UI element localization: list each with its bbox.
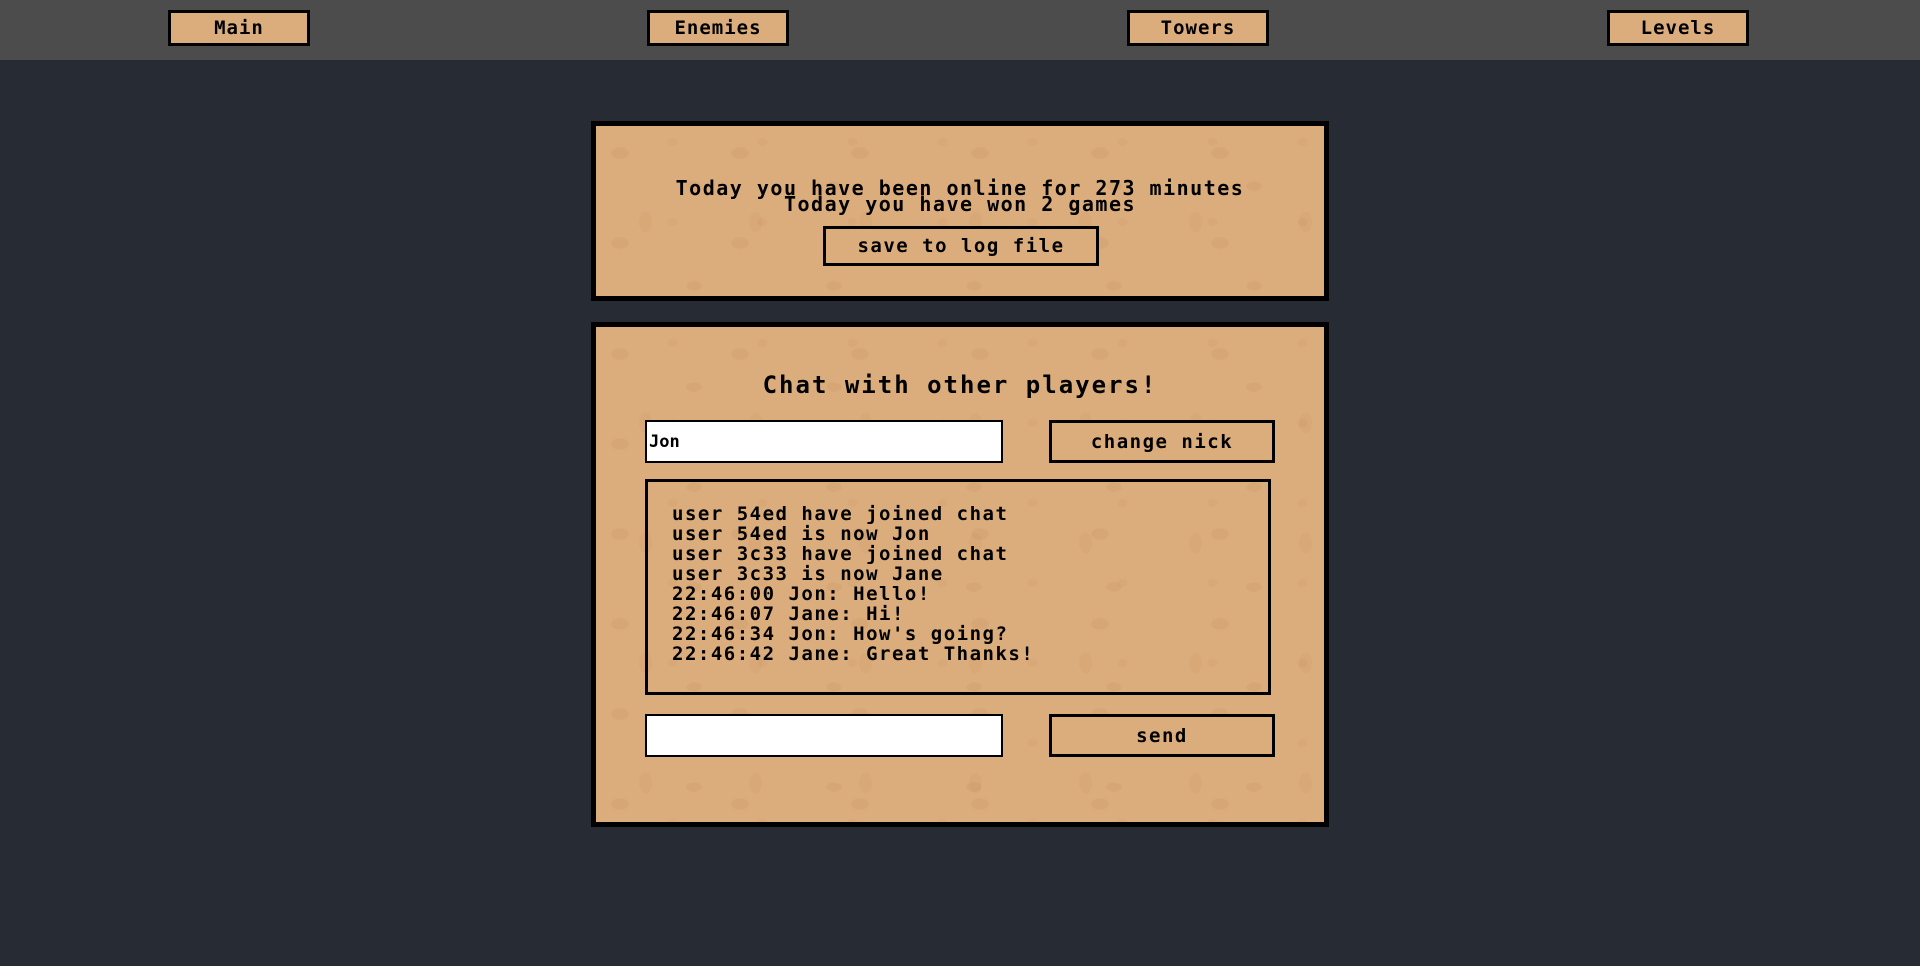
- nav-towers-button[interactable]: Towers: [1127, 10, 1269, 46]
- chat-message: 22:46:42 Jane: Great Thanks!: [672, 643, 1035, 665]
- chat-message: 22:46:07 Jane: Hi!: [672, 603, 905, 625]
- message-input[interactable]: [645, 714, 1003, 757]
- chat-message: user 54ed is now Jon: [672, 523, 931, 545]
- chat-message: 22:46:00 Jon: Hello!: [672, 583, 931, 605]
- chat-title: Chat with other players!: [762, 371, 1158, 399]
- nav-levels-button[interactable]: Levels: [1607, 10, 1749, 46]
- chat-message: user 54ed have joined chat: [672, 503, 1009, 525]
- nick-input[interactable]: [645, 420, 1003, 463]
- change-nick-button[interactable]: change nick: [1049, 420, 1275, 463]
- chat-message: user 3c33 have joined chat: [672, 543, 1009, 565]
- nav-enemies-button[interactable]: Enemies: [647, 10, 789, 46]
- save-log-button[interactable]: save to log file: [823, 226, 1099, 266]
- send-button[interactable]: send: [1049, 714, 1275, 757]
- top-nav-bar: Main Enemies Towers Levels: [0, 0, 1920, 60]
- stats-panel: Today you have been online for 273 minut…: [591, 121, 1329, 301]
- chat-panel: Chat with other players! change nick use…: [591, 322, 1329, 827]
- games-won-text: Today you have won 2 games: [783, 192, 1137, 216]
- nav-main-button[interactable]: Main: [168, 10, 310, 46]
- chat-message: 22:46:34 Jon: How's going?: [672, 623, 1009, 645]
- chat-log: user 54ed have joined chat user 54ed is …: [645, 479, 1271, 695]
- chat-message: user 3c33 is now Jane: [672, 563, 944, 585]
